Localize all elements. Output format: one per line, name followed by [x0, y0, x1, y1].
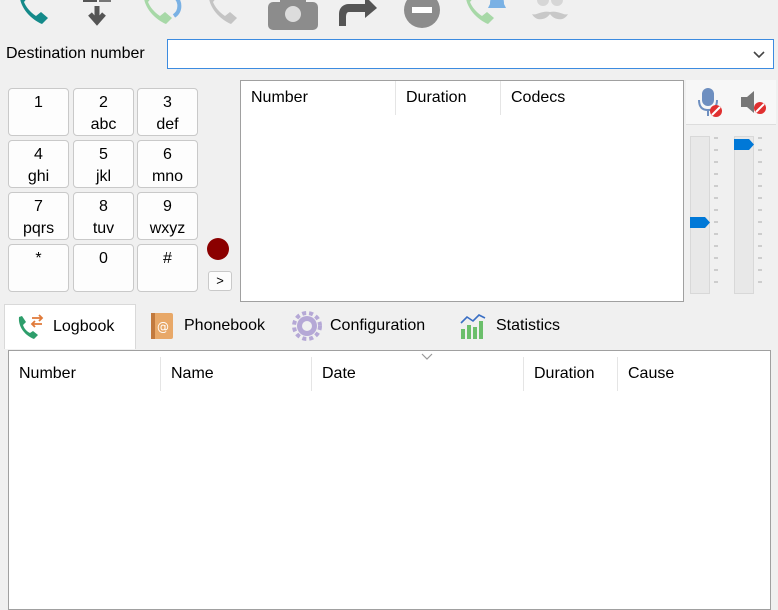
logbook-col-name[interactable]: Name — [161, 357, 312, 391]
phone-bell-icon[interactable] — [462, 0, 506, 30]
tab-statistics[interactable]: Statistics — [448, 306, 578, 346]
more-button[interactable]: > — [208, 271, 232, 291]
toolbar — [0, 0, 778, 34]
phone-hangup-icon[interactable] — [205, 0, 249, 30]
svg-text:@: @ — [157, 320, 169, 334]
speaker-volume-slider[interactable] — [734, 136, 754, 294]
do-not-disturb-icon[interactable] — [400, 0, 444, 30]
logbook-col-duration[interactable]: Duration — [524, 357, 618, 391]
tab-configuration[interactable]: Configuration — [282, 306, 448, 346]
speaker-slider-ticks — [758, 137, 762, 283]
mustache-icon[interactable] — [528, 0, 572, 30]
key-4[interactable]: 4 ghi — [8, 140, 69, 188]
record-button[interactable] — [207, 238, 229, 260]
key-2[interactable]: 2 abc — [73, 88, 134, 136]
tab-phonebook[interactable]: @ Phonebook — [136, 306, 280, 346]
key-5[interactable]: 5 jkl — [73, 140, 134, 188]
logbook-col-cause[interactable]: Cause — [618, 357, 768, 391]
tab-phonebook-label: Phonebook — [184, 317, 265, 334]
destination-number-combobox[interactable] — [167, 39, 774, 69]
volume-panel — [686, 80, 776, 302]
tab-configuration-label: Configuration — [330, 317, 426, 334]
calls-col-number[interactable]: Number — [241, 81, 396, 115]
key-0[interactable]: 0 — [73, 244, 134, 292]
tab-bar: Logbook @ Phonebook Configuration Statis… — [0, 304, 778, 349]
microphone-slider-thumb[interactable] — [690, 216, 710, 228]
conference-icon[interactable] — [266, 0, 320, 30]
phonebook-icon: @ — [151, 313, 173, 339]
tab-statistics-label: Statistics — [496, 317, 561, 334]
logbook-col-number[interactable]: Number — [9, 357, 161, 391]
destination-row: Destination number — [0, 38, 778, 72]
key-3[interactable]: 3 def — [137, 88, 198, 136]
calls-col-codecs[interactable]: Codecs — [501, 81, 681, 115]
key-9[interactable]: 9 wxyz — [137, 192, 198, 240]
chevron-down-icon[interactable] — [751, 46, 767, 62]
tab-logbook[interactable]: Logbook — [4, 304, 136, 349]
speaker-mute-icon[interactable] — [738, 88, 768, 116]
speaker-slider-thumb[interactable] — [734, 138, 754, 150]
key-1[interactable]: 1 — [8, 88, 69, 136]
phone-call-icon[interactable] — [12, 0, 56, 30]
key-hash[interactable]: # — [137, 244, 198, 292]
destination-label: Destination number — [6, 45, 145, 62]
forward-icon[interactable] — [335, 0, 379, 30]
key-star[interactable]: * — [8, 244, 69, 292]
microphone-volume-slider[interactable] — [690, 136, 710, 294]
logbook-icon — [18, 314, 44, 339]
volume-header — [686, 80, 776, 125]
key-7[interactable]: 7 pqrs — [8, 192, 69, 240]
phone-answer-icon[interactable] — [140, 0, 184, 30]
key-8[interactable]: 8 tuv — [73, 192, 134, 240]
calls-col-duration[interactable]: Duration — [396, 81, 501, 115]
logbook-col-date[interactable]: Date — [312, 357, 524, 391]
transfer-down-icon[interactable] — [75, 0, 119, 30]
microphone-slider-ticks — [714, 137, 718, 283]
microphone-mute-icon[interactable] — [696, 86, 724, 118]
tab-logbook-label: Logbook — [53, 318, 115, 335]
calls-table[interactable]: Number Duration Codecs — [240, 80, 684, 302]
gear-icon — [292, 311, 322, 341]
statistics-icon — [460, 314, 486, 339]
logbook-table[interactable]: Number Name Date Duration Cause — [8, 350, 771, 610]
key-6[interactable]: 6 mno — [137, 140, 198, 188]
